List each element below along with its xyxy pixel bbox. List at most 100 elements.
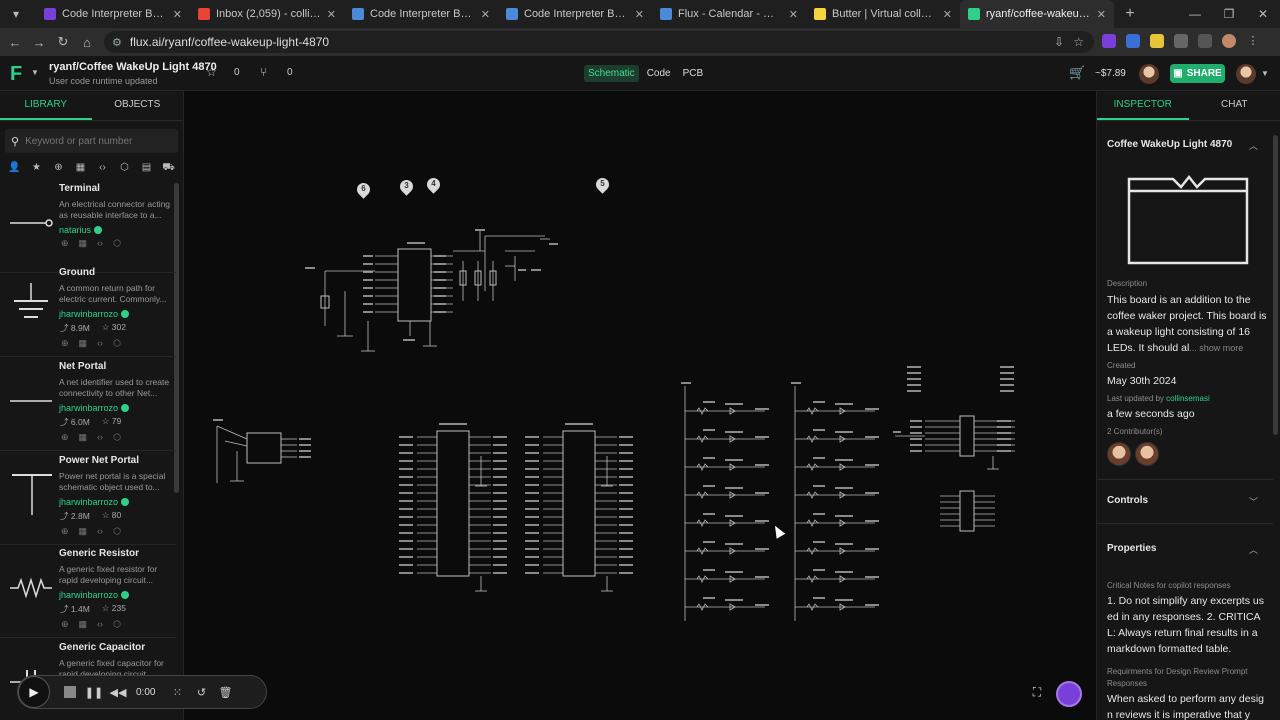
property-value[interactable]: When asked to perform any design reviews… — [1107, 691, 1267, 720]
chevron-down-icon[interactable]: ▼ — [31, 68, 39, 77]
reload-icon[interactable]: ↻ — [51, 34, 75, 50]
cart-icon[interactable]: 🛒 — [1069, 65, 1085, 81]
controls-section-title[interactable]: Controls — [1107, 495, 1148, 506]
star-filter-icon[interactable]: ★ — [30, 162, 43, 181]
flux-logo-icon[interactable]: F — [10, 63, 32, 85]
tab-list-icon[interactable] — [1198, 34, 1212, 48]
profile-avatar-icon[interactable] — [1222, 34, 1236, 48]
extension-icon[interactable] — [1150, 34, 1164, 48]
comment-pin[interactable]: 4 — [424, 175, 443, 194]
site-info-icon[interactable]: ⚙ — [112, 36, 122, 49]
browser-tab[interactable]: Inbox (2,059) - collins@flux.ai ✕ — [190, 0, 344, 28]
comment-pin[interactable]: 3 — [397, 177, 416, 196]
part-author-line[interactable]: jharwinbarrozo — [59, 590, 130, 600]
bom-price[interactable]: ~$7.89 — [1095, 68, 1126, 79]
minimize-icon[interactable]: — — [1178, 7, 1212, 21]
close-tab-icon[interactable]: ✕ — [943, 8, 952, 21]
code-icon[interactable]: ‹› — [97, 338, 103, 349]
chip-icon[interactable]: ▦ — [79, 238, 88, 249]
part-author-line[interactable]: natarius — [59, 225, 103, 235]
library-part-item[interactable]: Power Net Portal Power net portal is a sp… — [0, 453, 176, 545]
menu-dots-icon[interactable]: ⋮ — [1246, 34, 1260, 48]
code-icon[interactable]: ‹› — [97, 432, 103, 443]
chip-icon[interactable]: ▦ — [79, 619, 88, 630]
contributor-avatar[interactable] — [1107, 442, 1131, 466]
chevron-up-icon[interactable]: ︿ — [1249, 543, 1258, 556]
fork-icon[interactable]: ⑂ — [260, 65, 267, 79]
close-tab-icon[interactable]: ✕ — [789, 8, 798, 21]
cube-icon[interactable]: ⬡ — [113, 619, 121, 630]
inspector-scrollbar[interactable] — [1273, 135, 1278, 435]
tab-objects[interactable]: OBJECTS — [92, 91, 184, 120]
user-avatar[interactable] — [1236, 64, 1256, 84]
restart-icon[interactable]: ↺ — [189, 686, 213, 699]
home-icon[interactable]: ⌂ — [75, 35, 99, 50]
url-field[interactable]: ⚙ flux.ai/ryanf/coffee-wakeup-light-4870… — [104, 31, 1094, 53]
close-tab-icon[interactable]: ✕ — [1097, 8, 1106, 21]
image-filter-icon[interactable]: ▤ — [140, 162, 153, 181]
cube-filter-icon[interactable]: ⬡ — [118, 162, 131, 181]
browser-tab[interactable]: Butter | Virtual collaboration a ✕ — [806, 0, 960, 28]
cube-icon[interactable]: ⬡ — [113, 432, 121, 443]
puzzle-icon[interactable] — [1174, 34, 1188, 48]
part-author[interactable]: jharwinbarrozo — [59, 403, 118, 413]
part-author-line[interactable]: jharwinbarrozo — [59, 309, 130, 319]
close-window-icon[interactable]: ✕ — [1246, 7, 1280, 21]
pause-icon[interactable]: ❚❚ — [82, 686, 106, 699]
globe-icon[interactable]: ⊕ — [61, 526, 69, 537]
grid-icon[interactable]: ⁙ — [165, 686, 189, 699]
part-author[interactable]: jharwinbarrozo — [59, 497, 118, 507]
schematic-drawing[interactable] — [185, 91, 1095, 720]
browser-tab[interactable]: Code Interpreter Banger - Use ✕ — [498, 0, 652, 28]
library-part-item[interactable]: Net Portal A net identifier used to creat… — [0, 359, 176, 451]
close-tab-icon[interactable]: ✕ — [327, 8, 336, 21]
globe-icon[interactable]: ⊕ — [61, 338, 69, 349]
browser-tab[interactable]: Flux - Calendar - Week of July ✕ — [652, 0, 806, 28]
browser-tab[interactable]: Code Interpreter Banger - Use ✕ — [344, 0, 498, 28]
cube-icon[interactable]: ⬡ — [113, 238, 121, 249]
trash-icon[interactable]: 🗑 — [213, 686, 237, 699]
code-icon[interactable]: ‹› — [97, 526, 103, 537]
close-tab-icon[interactable]: ✕ — [635, 8, 644, 21]
restore-icon[interactable]: ❐ — [1212, 7, 1246, 21]
tab-inspector[interactable]: INSPECTOR — [1097, 91, 1189, 120]
close-tab-icon[interactable]: ✕ — [173, 8, 182, 21]
globe-icon[interactable]: ⊕ — [61, 432, 69, 443]
cart-filter-icon[interactable]: ⛟ — [162, 162, 175, 181]
part-author[interactable]: jharwinbarrozo — [59, 590, 118, 600]
cube-icon[interactable]: ⬡ — [113, 338, 121, 349]
comment-pin[interactable]: 6 — [354, 180, 373, 199]
extension-icon[interactable] — [1102, 34, 1116, 48]
tab-library[interactable]: LIBRARY — [0, 91, 92, 120]
mode-pcb[interactable]: PCB — [679, 65, 708, 82]
extension-icon[interactable] — [1126, 34, 1140, 48]
part-author[interactable]: natarius — [59, 225, 91, 235]
project-title[interactable]: ryanf/Coffee WakeUp Light 4870 — [49, 61, 217, 73]
globe-filter-icon[interactable]: ⊕ — [52, 162, 65, 181]
updated-by-user[interactable]: collinsemasi — [1166, 394, 1210, 403]
browser-tab[interactable]: Code Interpreter Banger War R ✕ — [36, 0, 190, 28]
library-part-item[interactable]: Generic Resistor A generic fixed resistor… — [0, 546, 176, 638]
forward-icon[interactable]: → — [27, 35, 51, 50]
globe-icon[interactable]: ⊕ — [61, 619, 69, 630]
camera-icon[interactable]: ▶ — [18, 676, 50, 708]
back-icon[interactable]: ← — [3, 35, 27, 50]
properties-section-title[interactable]: Properties — [1107, 543, 1156, 554]
avatar[interactable] — [1139, 64, 1159, 84]
copilot-button[interactable] — [1056, 681, 1082, 707]
new-tab-button[interactable]: + — [1120, 5, 1140, 23]
chevron-down-icon[interactable]: ﹀ — [1249, 495, 1258, 508]
part-author[interactable]: jharwinbarrozo — [59, 309, 118, 319]
schematic-canvas[interactable]: 6 3 4 5 ⛶ — [185, 91, 1095, 720]
tab-chat[interactable]: CHAT — [1189, 91, 1280, 120]
code-icon[interactable]: ‹› — [97, 619, 103, 630]
part-author-line[interactable]: jharwinbarrozo — [59, 497, 130, 507]
globe-icon[interactable]: ⊕ — [61, 238, 69, 249]
chevron-down-icon[interactable]: ▼ — [1261, 69, 1269, 78]
code-filter-icon[interactable]: ‹› — [96, 162, 109, 181]
mode-code[interactable]: Code — [643, 65, 675, 82]
mode-schematic[interactable]: Schematic — [584, 65, 639, 82]
search-input[interactable] — [25, 135, 166, 147]
chevron-up-icon[interactable]: ︿ — [1249, 139, 1258, 152]
code-icon[interactable]: ‹› — [97, 238, 103, 249]
